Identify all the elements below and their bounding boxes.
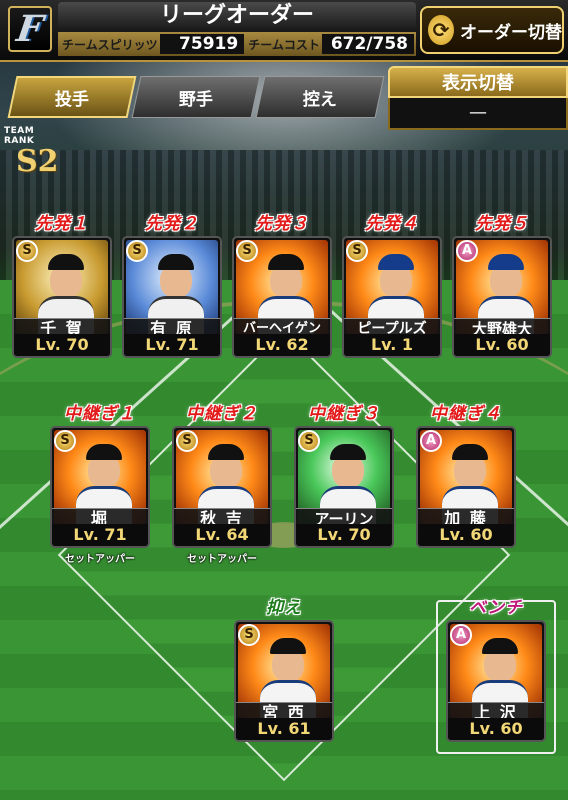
rarity-badge: A	[450, 624, 472, 646]
player-card[interactable]: S 秋 吉 Lv. 64	[172, 426, 272, 548]
middle-relief-slot-4[interactable]: 中継ぎ４ A 加 藤 Lv. 60	[416, 402, 516, 548]
rarity-badge: S	[126, 240, 148, 262]
player-card[interactable]: S 宮 西 Lv. 61	[234, 620, 334, 742]
bench-slot[interactable]: ベンチ A 上 沢 Lv. 60	[446, 596, 546, 742]
team-logo-letter: F	[14, 8, 46, 50]
tab-reserves[interactable]: 控え	[255, 76, 385, 118]
swap-icon: ⟳	[428, 15, 454, 45]
slot-label: 抑え	[266, 598, 302, 618]
player-card[interactable]: S ピープルズ Lv. 1	[342, 236, 442, 358]
rarity-badge: S	[298, 430, 320, 452]
starter-slot-3[interactable]: 先発３ S バーヘイゲン Lv. 62	[232, 212, 332, 358]
starter-slot-4[interactable]: 先発４ S ピープルズ Lv. 1	[342, 212, 442, 358]
rarity-badge: S	[176, 430, 198, 452]
tab-pitchers[interactable]: 投手	[7, 76, 137, 118]
player-level: Lv. 62	[234, 334, 330, 356]
rarity-badge: A	[456, 240, 478, 262]
player-card[interactable]: A 上 沢 Lv. 60	[446, 620, 546, 742]
player-level: Lv. 1	[344, 334, 440, 356]
tab-reserves-label: 控え	[303, 89, 337, 110]
team-cost-label: チームコスト	[248, 37, 320, 52]
order-switch-button[interactable]: ⟳ オーダー切替	[420, 6, 564, 54]
player-card[interactable]: S 堀 Lv. 71	[50, 426, 150, 548]
rarity-badge: S	[236, 240, 258, 262]
player-card[interactable]: S 千 賀 Lv. 70	[12, 236, 112, 358]
slot-label: ベンチ	[469, 598, 523, 618]
middle-relief-slot-1[interactable]: 中継ぎ１ S 堀 Lv. 71 セットアッパー	[50, 402, 150, 565]
slot-label: 先発３	[255, 214, 309, 234]
slot-label: 先発４	[365, 214, 419, 234]
slot-label: 中継ぎ１	[64, 404, 136, 424]
slot-label: 中継ぎ４	[430, 404, 502, 424]
role-note: セットアッパー	[187, 554, 257, 565]
player-level: Lv. 60	[418, 524, 514, 546]
team-cost-value: 672/758	[321, 34, 414, 54]
team-logo: F	[8, 6, 52, 52]
player-level: Lv. 60	[454, 334, 550, 356]
rarity-badge: S	[16, 240, 38, 262]
player-level: Lv. 61	[236, 718, 332, 740]
starter-slot-2[interactable]: 先発２ S 有 原 Lv. 71	[122, 212, 222, 358]
rarity-badge: S	[238, 624, 260, 646]
team-rank-badge: TEAM RANK S2	[4, 126, 68, 178]
team-rank-label: TEAM RANK	[4, 126, 35, 146]
player-level: Lv. 71	[52, 524, 148, 546]
team-spirit-value: 75919	[159, 34, 245, 54]
player-card[interactable]: S 有 原 Lv. 71	[122, 236, 222, 358]
page-title: リーグオーダー	[58, 2, 416, 30]
player-card[interactable]: S バーヘイゲン Lv. 62	[232, 236, 332, 358]
slot-label: 先発２	[145, 214, 199, 234]
team-rank-value: S2	[16, 144, 59, 179]
closer-slot[interactable]: 抑え S 宮 西 Lv. 61	[234, 596, 334, 742]
header-bar: F リーグオーダー チームスピリッツ 75919 チームコスト 672/758 …	[0, 0, 568, 62]
tab-fielders[interactable]: 野手	[131, 76, 261, 118]
player-card[interactable]: A 大野雄大 Lv. 60	[452, 236, 552, 358]
team-stats: チームスピリッツ 75919 チームコスト 672/758	[58, 32, 416, 56]
player-level: Lv. 60	[448, 718, 544, 740]
position-tabs: 投手 野手 控え	[7, 76, 385, 118]
team-spirit-label: チームスピリッツ	[62, 37, 158, 52]
player-level: Lv. 70	[296, 524, 392, 546]
tab-fielders-label: 野手	[179, 89, 213, 110]
player-card[interactable]: A 加 藤 Lv. 60	[416, 426, 516, 548]
player-level: Lv. 64	[174, 524, 270, 546]
display-switch-button[interactable]: 表示切替 —	[388, 66, 568, 130]
slot-label: 先発１	[35, 214, 89, 234]
display-switch-title: 表示切替	[388, 66, 568, 98]
rarity-badge: S	[346, 240, 368, 262]
player-card[interactable]: S アーリン Lv. 70	[294, 426, 394, 548]
middle-relief-slot-2[interactable]: 中継ぎ２ S 秋 吉 Lv. 64 セットアッパー	[172, 402, 272, 565]
player-level: Lv. 71	[124, 334, 220, 356]
rarity-badge: A	[420, 430, 442, 452]
slot-label: 中継ぎ３	[308, 404, 380, 424]
tab-pitchers-label: 投手	[55, 89, 89, 110]
starter-slot-5[interactable]: 先発５ A 大野雄大 Lv. 60	[452, 212, 552, 358]
order-switch-label: オーダー切替	[460, 22, 562, 43]
slot-label: 中継ぎ２	[186, 404, 258, 424]
role-note: セットアッパー	[65, 554, 135, 565]
slot-label: 先発５	[475, 214, 529, 234]
display-switch-value: —	[388, 98, 568, 130]
player-level: Lv. 70	[14, 334, 110, 356]
middle-relief-slot-3[interactable]: 中継ぎ３ S アーリン Lv. 70	[294, 402, 394, 548]
rarity-badge: S	[54, 430, 76, 452]
starter-slot-1[interactable]: 先発１ S 千 賀 Lv. 70	[12, 212, 112, 358]
